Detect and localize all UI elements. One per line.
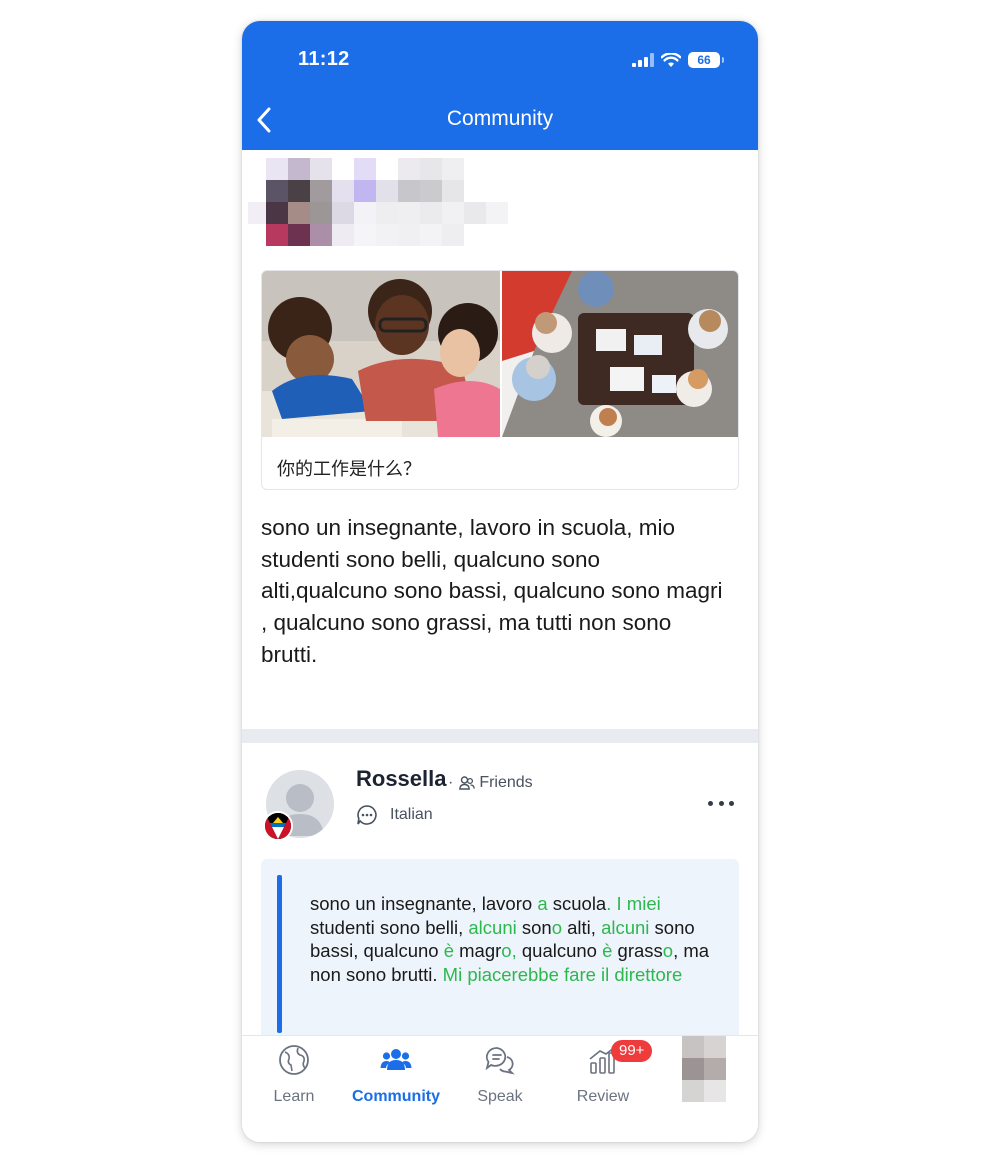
correction-change: a [537,893,548,914]
signal-icon [632,53,654,67]
correction-block: sono un insegnante, lavoro a scuola. I m… [261,859,739,1035]
correction-change: o [551,916,562,938]
correction-original: qualcuno [516,940,603,961]
tab-community[interactable]: Community [344,1044,448,1105]
tab-label: Speak [477,1088,523,1105]
tab-learn[interactable]: Learn [242,1044,346,1105]
top-bar: 11:12 66 Community [242,21,758,150]
correction-original: sono un insegnante, lavoro [310,893,538,914]
comment-username[interactable]: Rossella [356,766,447,792]
more-dot [718,800,724,806]
post-body-text: sono un insegnante, lavoro in scuola, mi… [261,515,723,667]
chat-bubble-icon [357,805,377,825]
tab-label: Community [352,1088,440,1105]
correction-original: scuola [547,893,607,914]
review-count-badge: 99+ [611,1040,653,1062]
more-dot [729,800,734,806]
correction-change: Mi piacerebbe fare il direttore [442,963,683,985]
tab-review[interactable]: Review 99+ [551,1040,655,1105]
language-label: Italian [390,806,433,823]
correction-change: o [662,940,674,961]
chat-bubbles-icon [485,1047,515,1075]
correction-change: alcuni [601,916,650,938]
correction-change: è [602,940,613,961]
correction-text: sono un insegnante, lavoro a scuola. I m… [310,892,710,986]
status-time: 11:12 [298,48,350,70]
tab-label: Review [576,1088,630,1105]
prompt-image [262,271,738,437]
tab-speak[interactable]: Speak [448,1044,552,1105]
feed-content[interactable]: 你的工作是什么？ sono un insegnante, lavoro in s… [242,150,758,1035]
friends-label: Friends [479,774,533,791]
correction-change: . I miei [606,893,661,914]
section-divider [242,729,758,743]
separator-dot: · [448,774,454,791]
prompt-card[interactable]: 你的工作是什么？ [261,270,739,490]
battery-icon: 66 [688,52,724,68]
wifi-icon [661,52,681,67]
correction-original: studenti sono belli, [310,916,469,938]
prompt-question: 你的工作是什么？ [277,459,421,479]
globe-icon [279,1045,309,1075]
blurred-author-info [248,158,528,246]
tab-label: Learn [273,1088,315,1105]
phone-screen: 11:12 66 Community 你的工作是什么？ sono un inse… [242,21,758,1142]
correction-change: è [443,940,454,961]
bottom-tab-bar: Learn Community Speak Review 99+ [242,1035,758,1142]
page-title: Community [446,107,554,130]
more-dot [708,800,713,806]
status-icons: 66 [632,50,724,70]
correction-change: alcuni [468,916,517,938]
correction-original: grass [612,940,663,961]
country-flag-icon [263,811,293,841]
friends-badge: · Friends [448,774,533,792]
correction-original: alti, [562,916,602,938]
comment-language: Italian [356,804,433,826]
correction-accent-bar [277,875,282,1033]
correction-change: o, [501,940,517,961]
correction-original: son [516,916,552,938]
friends-icon [459,776,476,790]
more-options-button[interactable] [708,795,734,811]
people-icon [380,1049,412,1070]
correction-original: magr [454,940,502,961]
profile-tab[interactable] [682,1036,728,1102]
